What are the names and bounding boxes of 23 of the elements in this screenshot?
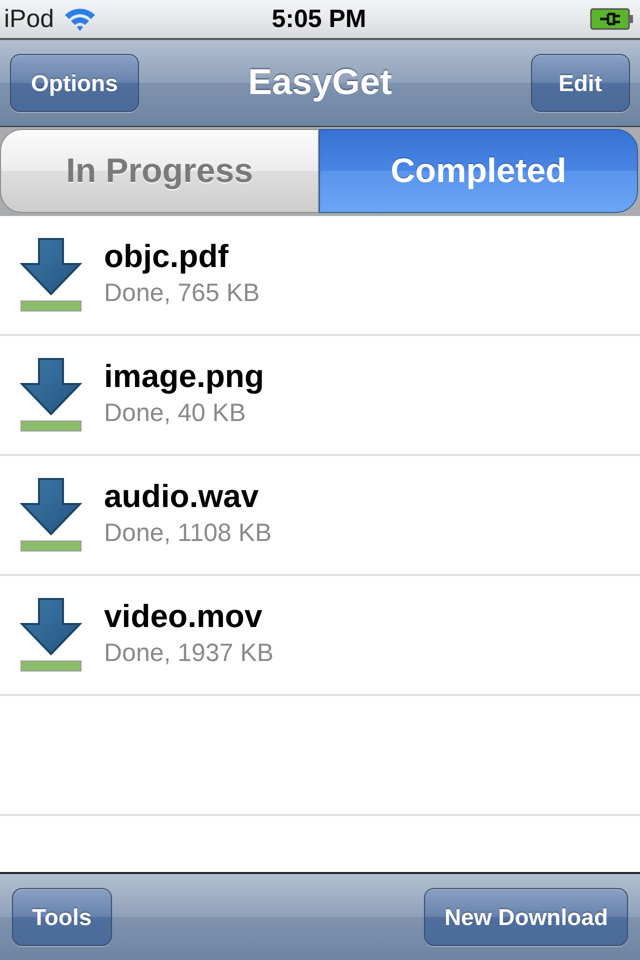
download-icon <box>20 358 82 432</box>
segment-tab[interactable]: In Progress <box>0 129 319 213</box>
file-status: Done, 765 KB <box>104 279 260 308</box>
download-icon <box>20 238 82 312</box>
carrier-name: iPod <box>4 4 54 34</box>
file-name: image.png <box>104 358 264 395</box>
new-download-button[interactable]: New Download <box>424 888 628 946</box>
download-icon <box>20 598 82 672</box>
file-status: Done, 1108 KB <box>104 519 272 548</box>
status-time: 5:05 PM <box>272 4 366 34</box>
tools-button[interactable]: Tools <box>12 888 112 946</box>
wifi-icon <box>64 7 96 31</box>
file-name: video.mov <box>104 598 264 635</box>
download-icon <box>20 478 82 552</box>
app-title: EasyGet <box>248 61 392 104</box>
edit-button[interactable]: Edit <box>530 54 630 112</box>
file-status: Done, 1937 KB <box>104 639 274 668</box>
file-name: audio.wav <box>104 478 260 515</box>
file-name: objc.pdf <box>104 238 230 275</box>
segment-tab[interactable]: Completed <box>319 129 638 213</box>
options-button[interactable]: Options <box>10 54 139 112</box>
battery-charging-icon <box>590 8 634 30</box>
file-status: Done, 40 KB <box>104 399 247 428</box>
